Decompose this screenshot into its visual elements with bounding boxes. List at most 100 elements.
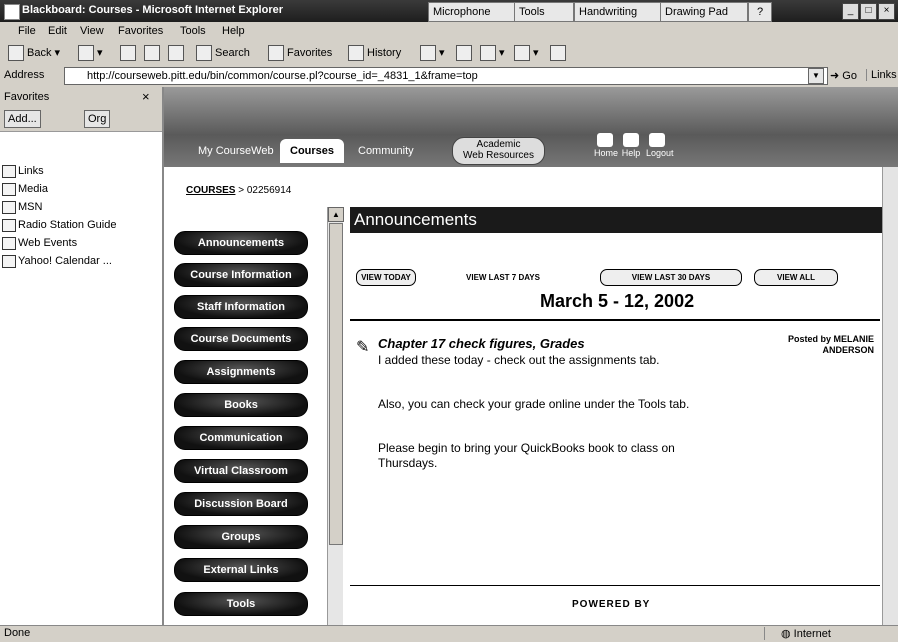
favorite-item[interactable]: Radio Station Guide: [2, 219, 116, 232]
nav-tools[interactable]: Tools: [174, 592, 308, 616]
address-input[interactable]: http://courseweb.pitt.edu/bin/common/cou…: [64, 67, 828, 85]
maximize-button[interactable]: □: [860, 3, 877, 20]
menu-view[interactable]: View: [80, 25, 104, 37]
nav-virtual-classroom[interactable]: Virtual Classroom: [174, 459, 308, 483]
view-today-button[interactable]: VIEW TODAY: [356, 269, 416, 286]
history-button[interactable]: History: [348, 44, 401, 62]
history-icon: [348, 45, 364, 62]
tab-community[interactable]: Community: [348, 139, 424, 163]
nav-groups[interactable]: Groups: [174, 525, 308, 549]
nav-communication[interactable]: Communication: [174, 426, 308, 450]
edit-icon: [480, 45, 496, 62]
page-icon: [2, 219, 16, 232]
favorites-button[interactable]: Favorites: [268, 44, 332, 62]
announcement-paragraph: I added these today - check out the assi…: [378, 353, 660, 367]
print-icon: [456, 45, 472, 62]
tab-my-courseweb[interactable]: My CourseWeb: [188, 139, 284, 163]
nav-discussion-board[interactable]: Discussion Board: [174, 492, 308, 516]
scroll-up-icon[interactable]: ▲: [328, 207, 344, 222]
menu-edit[interactable]: Edit: [48, 25, 67, 37]
favorite-item[interactable]: Media: [2, 183, 48, 196]
title-bar: Blackboard: Courses - Microsoft Internet…: [0, 0, 898, 22]
status-text: Done: [4, 627, 31, 639]
menu-help[interactable]: Help: [222, 25, 245, 37]
forward-arrow-icon: [78, 45, 94, 62]
messenger-button[interactable]: [550, 44, 569, 62]
window-title: Blackboard: Courses - Microsoft Internet…: [22, 4, 283, 16]
nav-staff-information[interactable]: Staff Information: [174, 295, 308, 319]
view-last-30-days-button[interactable]: VIEW LAST 30 DAYS: [600, 269, 742, 286]
page-scrollbar[interactable]: [882, 167, 898, 625]
breadcrumb: COURSES > 02256914: [186, 185, 291, 196]
langbar-handwriting[interactable]: Handwriting: [574, 2, 664, 22]
search-button[interactable]: Search: [196, 44, 250, 62]
scroll-thumb[interactable]: [329, 223, 343, 545]
nav-course-documents[interactable]: Course Documents: [174, 327, 308, 351]
menu-file[interactable]: File: [18, 25, 36, 37]
forward-button[interactable]: ▾: [78, 44, 103, 62]
go-arrow-icon: ➜: [830, 70, 840, 82]
home-button[interactable]: [168, 44, 187, 62]
home-icon: [597, 133, 613, 147]
discuss-button[interactable]: ▾: [514, 44, 539, 62]
address-bar: Address http://courseweb.pitt.edu/bin/co…: [0, 65, 898, 88]
favorite-item[interactable]: Web Events: [2, 237, 77, 250]
view-all-button[interactable]: VIEW ALL: [754, 269, 838, 286]
langbar-help[interactable]: ?: [748, 2, 772, 22]
status-bar: Done ◍ Internet: [0, 625, 898, 642]
back-button[interactable]: Back ▾: [8, 44, 60, 62]
langbar-tools[interactable]: Tools: [514, 2, 574, 22]
print-button[interactable]: [456, 44, 475, 62]
links-button[interactable]: Links: [866, 69, 897, 81]
add-favorite-button[interactable]: Add...: [4, 110, 41, 128]
announcement-paragraph: Please begin to bring your QuickBooks bo…: [378, 441, 675, 470]
nav-announcements[interactable]: Announcements: [174, 231, 308, 255]
powered-by: POWERED BY: [572, 599, 651, 610]
breadcrumb-courses-link[interactable]: COURSES: [186, 185, 235, 196]
address-dropdown-button[interactable]: ▼: [808, 68, 824, 84]
toolbar: Back ▾ ▾ Search Favorites History ▾ ▾ ▾: [0, 41, 898, 66]
folder-icon: [2, 183, 16, 196]
stop-icon: [120, 45, 136, 62]
nav-assignments[interactable]: Assignments: [174, 360, 308, 384]
logout-link[interactable]: Logout: [646, 133, 674, 158]
close-favorites-icon[interactable]: ×: [142, 89, 150, 104]
menu-tools[interactable]: Tools: [180, 25, 206, 37]
tab-academic-web-resources[interactable]: Academic Web Resources: [452, 137, 545, 165]
home-link[interactable]: Home: [594, 133, 618, 158]
minimize-button[interactable]: _: [842, 3, 859, 20]
menu-favorites[interactable]: Favorites: [118, 25, 163, 37]
organize-favorites-button[interactable]: Org: [84, 110, 111, 128]
favorite-item[interactable]: MSN: [2, 201, 42, 214]
nav-books[interactable]: Books: [174, 393, 308, 417]
messenger-icon: [550, 45, 566, 62]
refresh-button[interactable]: [144, 44, 163, 62]
favorite-item[interactable]: Yahoo! Calendar ...: [2, 255, 112, 268]
view-last-7-days-button[interactable]: VIEW LAST 7 DAYS: [464, 269, 542, 286]
favorites-title: Favorites: [4, 91, 50, 103]
ie-icon: [4, 4, 20, 20]
langbar-drawing-pad[interactable]: Drawing Pad: [660, 2, 748, 22]
page-icon: [2, 201, 16, 214]
favorites-header: Favorites ×: [0, 87, 162, 108]
folder-icon: [2, 165, 16, 178]
nav-course-information[interactable]: Course Information: [174, 263, 308, 287]
go-button[interactable]: ➜ Go: [830, 69, 857, 82]
favorite-item[interactable]: Links: [2, 165, 44, 178]
yahoo-icon: [2, 255, 16, 268]
search-icon: [196, 45, 212, 62]
edit-button[interactable]: ▾: [480, 44, 505, 62]
favorites-panel: Favorites × Add... Org Links Media MSN R…: [0, 87, 164, 625]
stop-button[interactable]: [120, 44, 139, 62]
langbar-microphone[interactable]: Microphone: [428, 2, 520, 22]
nav-scrollbar[interactable]: ▲: [327, 207, 344, 625]
help-link[interactable]: Help: [620, 133, 642, 158]
address-label: Address: [4, 69, 45, 81]
help-icon: [623, 133, 639, 147]
tab-courses[interactable]: Courses: [280, 139, 345, 163]
nav-external-links[interactable]: External Links: [174, 558, 308, 582]
close-button[interactable]: ×: [878, 3, 895, 20]
announcement-title: Chapter 17 check figures, Grades: [378, 336, 585, 351]
favorites-buttons: Add... Org: [0, 107, 162, 132]
mail-button[interactable]: ▾: [420, 44, 445, 62]
